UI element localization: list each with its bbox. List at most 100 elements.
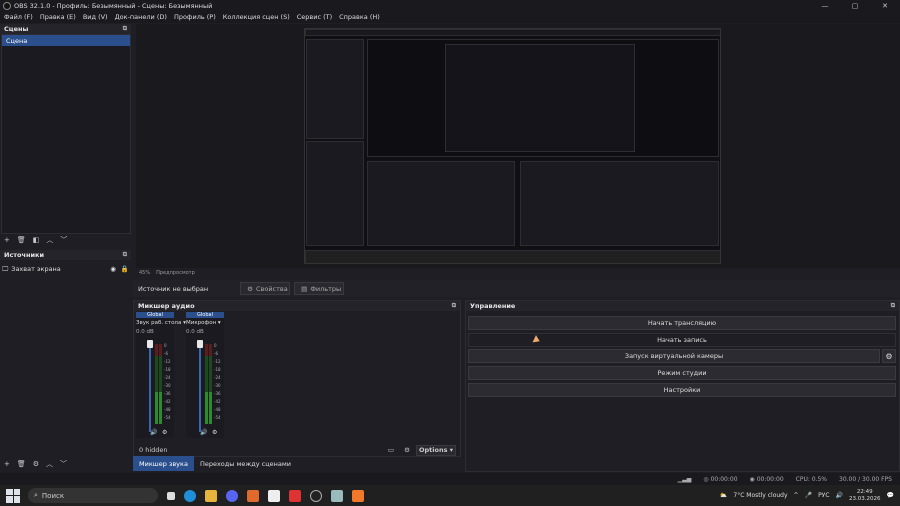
app-icon[interactable]: [247, 489, 259, 502]
start-streaming-button[interactable]: Начать трансляцию: [468, 316, 896, 330]
sources-toolbar: + 🗑 ⚙ ︿ ﹀: [0, 458, 67, 470]
scale-tick: -42: [214, 399, 221, 404]
speaker-icon[interactable]: 🔊: [150, 429, 157, 436]
move-up-icon[interactable]: ︿: [46, 459, 53, 469]
dock-undock-icon[interactable]: ⧉: [452, 302, 456, 310]
search-placeholder: Поиск: [41, 491, 65, 500]
filter-icon: ▤: [301, 284, 308, 293]
dock-undock-icon[interactable]: ⧉: [123, 251, 127, 259]
mixer-channel-mic: Global Микрофон ▾ 0.0 dB 0 -6 -12 -18 -2…: [186, 312, 224, 438]
mixer-channel-desktop: Global Звук раб. стола ▾ 0.0 dB 0 -6 -12…: [136, 312, 186, 438]
language-indicator[interactable]: РУС: [818, 492, 829, 499]
dropdown-icon[interactable]: ▾: [218, 320, 221, 326]
close-icon[interactable]: ✕: [870, 0, 900, 11]
nested-scenes: [306, 39, 364, 139]
properties-button[interactable]: ⚙ Свойства: [240, 282, 291, 295]
tray-chevron-icon[interactable]: ^: [794, 492, 799, 499]
filters-button[interactable]: ▤ Фильтры: [294, 282, 345, 295]
remove-scene-icon[interactable]: 🗑: [17, 236, 26, 244]
mixer-title: Микшер аудио: [138, 302, 195, 310]
options-button[interactable]: Options ▾: [416, 444, 456, 456]
menu-help[interactable]: Справка (H): [339, 13, 380, 21]
speaker-icon[interactable]: 🔊: [200, 429, 207, 436]
taskbar-search[interactable]: ⌕ Поиск: [28, 488, 158, 503]
volume-icon[interactable]: 🔊: [836, 492, 843, 499]
maximize-icon[interactable]: ▢: [840, 0, 870, 11]
cpu-usage: CPU: 0.5%: [795, 475, 828, 483]
dock-undock-icon[interactable]: ⧉: [891, 302, 895, 310]
move-down-icon[interactable]: ﹀: [60, 459, 67, 469]
tab-scene-transitions[interactable]: Переходы между сценами: [194, 456, 297, 471]
dock-undock-icon[interactable]: ⧉: [123, 25, 127, 33]
scale-tick: -12: [214, 359, 221, 364]
obs-taskbar-icon[interactable]: [310, 489, 322, 502]
windows-start-icon[interactable]: [6, 488, 20, 503]
virtual-camera-settings-icon[interactable]: ⚙: [882, 349, 896, 363]
start-recording-button[interactable]: Начать запись: [468, 333, 896, 347]
audio-settings-icon[interactable]: ⚙: [404, 446, 410, 454]
weather-text[interactable]: 7°C Mostly cloudy: [733, 492, 787, 499]
scenes-dock: Сцены ⧉ Сцена + 🗑 ◧ ︿ ﹀: [0, 24, 131, 248]
visibility-eye-icon[interactable]: ◉: [110, 265, 116, 273]
notepad-icon[interactable]: [268, 489, 280, 502]
nested-controls: [520, 161, 719, 246]
scale-tick: -30: [214, 383, 221, 388]
settings-button[interactable]: Настройки: [468, 383, 896, 397]
channel-settings-icon[interactable]: ⚙: [162, 429, 167, 436]
advanced-audio-icon[interactable]: ▭: [388, 446, 394, 454]
menu-view[interactable]: Вид (V): [83, 13, 108, 21]
tab-audio-mixer[interactable]: Микшер звука: [133, 456, 194, 471]
channel-name[interactable]: Микрофон ▾: [186, 320, 224, 326]
meter-scale: 0 -6 -12 -18 -24 -30 -36 -42 -48 -54: [164, 342, 171, 422]
move-down-icon[interactable]: ﹀: [60, 235, 67, 245]
studio-mode-button[interactable]: Режим студии: [468, 366, 896, 380]
youtube-icon[interactable]: [289, 489, 301, 502]
edge-icon[interactable]: [184, 489, 196, 502]
scale-tick: -36: [164, 391, 171, 396]
app-window-icon[interactable]: [331, 489, 343, 502]
file-explorer-icon[interactable]: [205, 489, 217, 502]
level-meter-right: [159, 344, 162, 424]
level-meter-left: [205, 344, 208, 424]
microphone-icon[interactable]: 🎤: [805, 492, 812, 499]
minimize-icon[interactable]: —: [810, 0, 840, 11]
source-properties-icon[interactable]: ⚙: [33, 460, 39, 468]
menu-file[interactable]: Файл (F): [4, 13, 33, 21]
stream-time: 00:00:00: [710, 475, 738, 483]
scene-item[interactable]: Сцена: [2, 35, 130, 46]
sources-dock-header: Источники ⧉: [0, 250, 131, 260]
channel-settings-icon[interactable]: ⚙: [212, 429, 217, 436]
notifications-icon[interactable]: 💬: [887, 492, 894, 499]
menu-profile[interactable]: Профиль (P): [174, 13, 216, 21]
lock-icon[interactable]: 🔒: [121, 265, 129, 273]
add-scene-icon[interactable]: +: [4, 236, 10, 244]
volume-slider[interactable]: [199, 340, 201, 432]
volume-slider-handle[interactable]: [147, 340, 153, 348]
menu-tools[interactable]: Сервис (T): [297, 13, 332, 21]
hidden-count[interactable]: 0 hidden: [139, 446, 168, 454]
remove-source-icon[interactable]: 🗑: [17, 460, 26, 468]
start-virtual-camera-button[interactable]: Запуск виртуальной камеры: [468, 349, 880, 363]
app-orange-icon[interactable]: [352, 489, 364, 502]
menu-edit[interactable]: Правка (E): [40, 13, 76, 21]
zoom-level[interactable]: 45%: [139, 270, 150, 276]
channel-name-text: Звук раб. стола: [136, 320, 182, 326]
properties-label: Свойства: [255, 284, 288, 293]
preview-area[interactable]: [136, 24, 900, 268]
source-item[interactable]: 🖵 Захват экрана ◉ 🔒: [2, 264, 129, 274]
preview-status: 45% Предпросмотр: [136, 268, 900, 277]
task-view-icon[interactable]: [167, 491, 175, 500]
volume-slider[interactable]: [149, 340, 151, 432]
clock[interactable]: 22:49 23.03.2026: [849, 489, 881, 503]
level-meter-left: [155, 344, 158, 424]
move-up-icon[interactable]: ︿: [46, 235, 53, 245]
preview-scale-label[interactable]: Предпросмотр: [156, 270, 195, 276]
scene-filters-icon[interactable]: ◧: [33, 236, 40, 244]
volume-slider-handle[interactable]: [197, 340, 203, 348]
channel-name[interactable]: Звук раб. стола ▾: [136, 320, 186, 326]
add-source-icon[interactable]: +: [4, 460, 10, 468]
menu-docks[interactable]: Док-панели (D): [115, 13, 167, 21]
menu-scene-collection[interactable]: Коллекция сцен (S): [223, 13, 290, 21]
discord-icon[interactable]: [226, 489, 238, 502]
signal-icon: ▁▃▅: [677, 475, 692, 483]
